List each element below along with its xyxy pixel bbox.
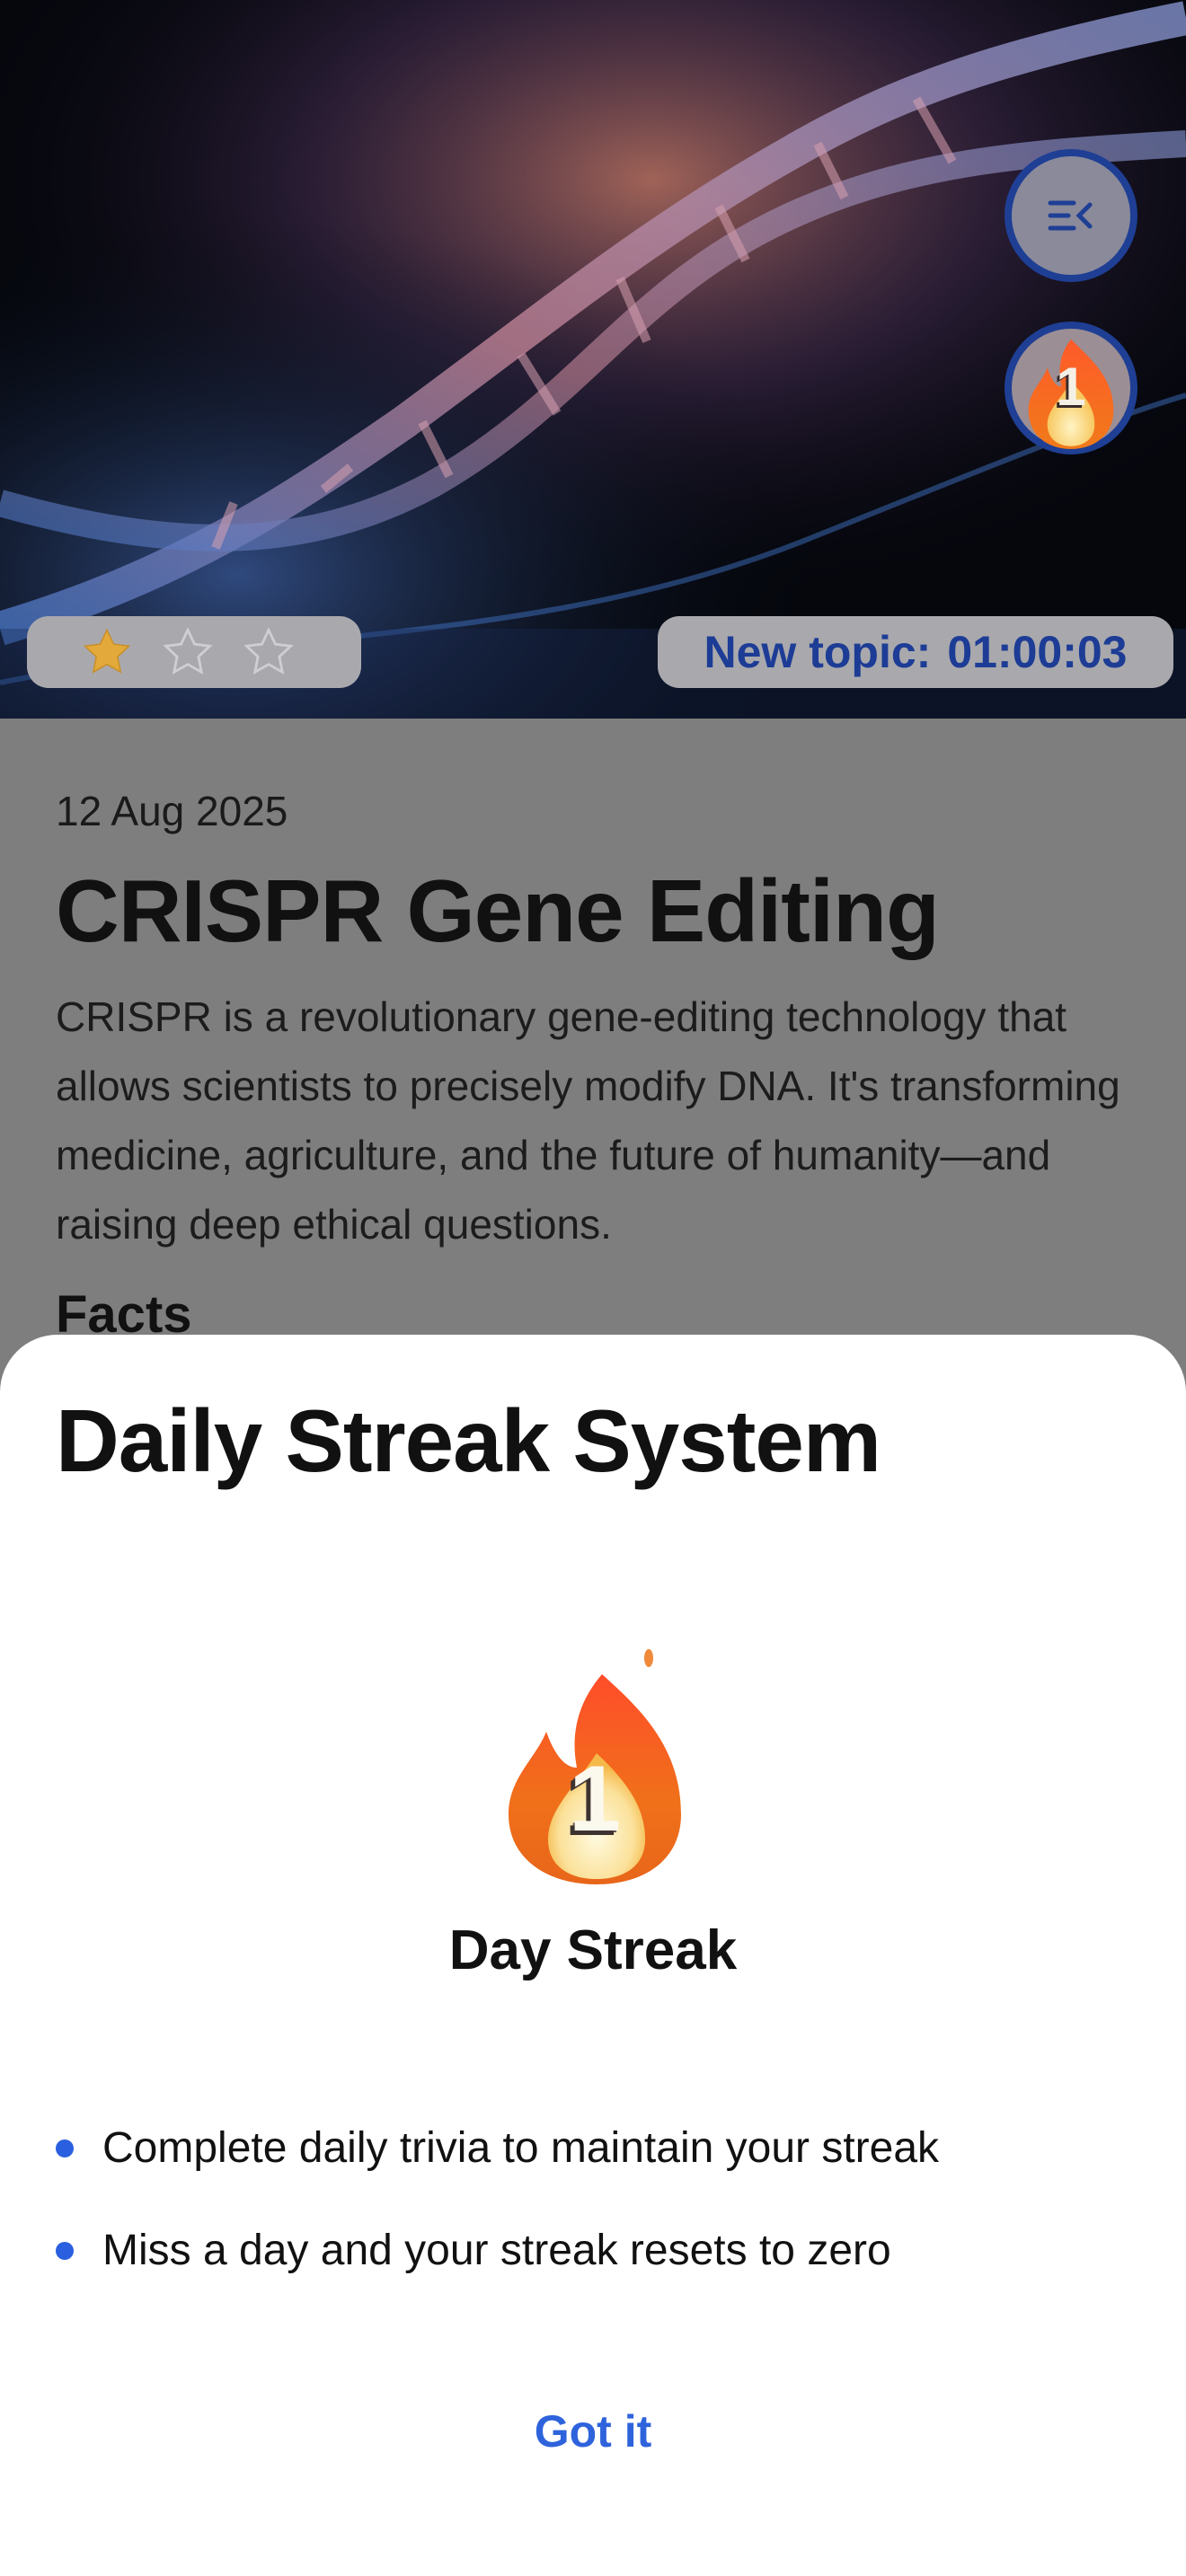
menu-button[interactable] — [1005, 149, 1137, 282]
article-date: 12 Aug 2025 — [56, 788, 288, 834]
streak-count: 1 — [569, 1747, 621, 1851]
streak-info-sheet: Daily Streak System 1 Day Streak Complet… — [0, 1335, 1186, 2576]
bullet-icon — [56, 2242, 74, 2260]
timer-value: 01:00:03 — [947, 627, 1128, 677]
star-outline-icon — [163, 627, 213, 675]
difficulty-rating — [27, 616, 361, 688]
streak-label: Day Streak — [448, 1919, 738, 1981]
dna-helix-illustration — [0, 0, 1186, 719]
sheet-title: Daily Streak System — [56, 1391, 881, 1490]
list-item: Miss a day and your streak resets to zer… — [56, 2224, 939, 2326]
streak-badge-count: 1 — [1056, 357, 1086, 417]
new-topic-timer: New topic: 01:00:03 — [658, 616, 1173, 688]
collapse-menu-icon — [1048, 200, 1093, 231]
rule-text: Complete daily trivia to maintain your s… — [102, 2124, 940, 2172]
streak-rules-list: Complete daily trivia to maintain your s… — [56, 2122, 939, 2326]
article-title: CRISPR Gene Editing — [56, 861, 940, 960]
hero-image: 1 New topic: 01:00:03 — [0, 0, 1186, 719]
streak-badge-button[interactable]: 1 — [1005, 322, 1137, 454]
rule-text: Miss a day and your streak resets to zer… — [102, 2227, 891, 2274]
bullet-icon — [56, 2139, 74, 2157]
got-it-button[interactable]: Got it — [413, 2391, 773, 2472]
star-filled-icon — [83, 628, 131, 674]
star-outline-icon — [243, 627, 294, 675]
timer-label: New topic: — [704, 627, 932, 677]
list-item: Complete daily trivia to maintain your s… — [56, 2122, 939, 2224]
article-description: CRISPR is a revolutionary gene-editing t… — [56, 993, 1120, 1248]
streak-flame: 1 — [496, 1647, 694, 1886]
